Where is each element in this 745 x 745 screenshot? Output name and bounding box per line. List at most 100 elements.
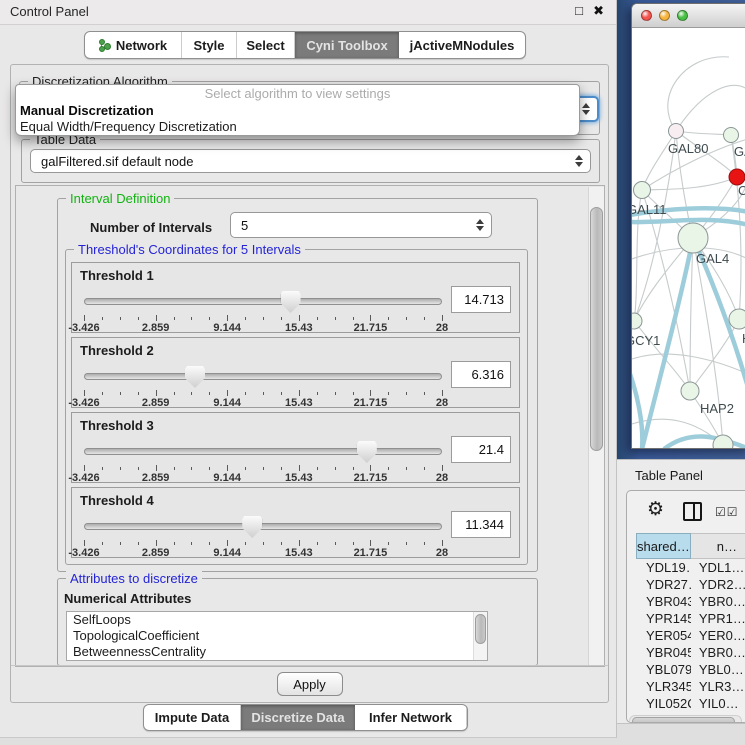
- network-node-hap2[interactable]: [681, 382, 699, 400]
- threshold-slider[interactable]: -3.4262.8599.14415.4321.71528: [84, 441, 442, 481]
- slider-thumb[interactable]: [242, 516, 262, 538]
- tab-select[interactable]: Select: [237, 32, 295, 58]
- column-header-shared-name[interactable]: shared…: [636, 533, 691, 559]
- slider-tick: [84, 540, 85, 546]
- network-node-h[interactable]: [729, 309, 745, 329]
- slider-tick: [191, 317, 192, 320]
- table-row[interactable]: YBR043CYBR0…: [636, 593, 745, 610]
- cell-name[interactable]: YLR3…: [691, 678, 745, 695]
- cell-shared-name[interactable]: YBL079W: [636, 661, 691, 678]
- gear-icon[interactable]: ⚙: [647, 499, 664, 521]
- table-row[interactable]: YIL052CYIL0…: [636, 695, 745, 711]
- threshold-value-input[interactable]: [451, 436, 511, 463]
- network-edge[interactable]: [642, 131, 676, 190]
- attribute-list-item[interactable]: SelfLoops: [67, 612, 487, 628]
- slider-tick-label: 9.144: [213, 397, 241, 409]
- tab-discretize-data[interactable]: Discretize Data: [241, 705, 355, 730]
- list-scrollbar-thumb[interactable]: [475, 614, 486, 644]
- threshold-value-input[interactable]: [451, 511, 511, 538]
- cell-name[interactable]: YBR0…: [691, 644, 745, 661]
- slider-tick: [209, 467, 210, 470]
- tab-jactivemnodules[interactable]: jActiveMNodules: [399, 32, 525, 58]
- slider-tick: [424, 392, 425, 395]
- slider-track[interactable]: [84, 373, 442, 380]
- cell-shared-name[interactable]: YBR043C: [636, 593, 691, 610]
- zoom-traffic-icon[interactable]: [677, 10, 688, 21]
- table-row[interactable]: YBR045CYBR0…: [636, 644, 745, 661]
- threshold-slider[interactable]: -3.4262.8599.14415.4321.71528: [84, 291, 442, 331]
- network-node-gal11[interactable]: [634, 182, 651, 199]
- slider-thumb[interactable]: [185, 366, 205, 388]
- network-node-gal80[interactable]: [669, 124, 684, 139]
- cell-shared-name[interactable]: YDL19…: [636, 559, 691, 576]
- threshold-value-input[interactable]: [451, 286, 511, 313]
- network-node-label: GAL11: [632, 202, 667, 217]
- settings-scrollbar-thumb[interactable]: [590, 207, 603, 451]
- network-edge[interactable]: [676, 131, 731, 135]
- slider-thumb[interactable]: [357, 441, 377, 463]
- attribute-list-item[interactable]: BetweennessCentrality: [67, 644, 487, 660]
- dropdown-placeholder-item[interactable]: Select algorithm to view settings: [16, 85, 579, 103]
- network-edge[interactable]: [676, 85, 745, 131]
- tab-cyni-toolbox[interactable]: Cyni Toolbox: [295, 32, 399, 58]
- threshold-slider[interactable]: -3.4262.8599.14415.4321.71528: [84, 366, 442, 406]
- cell-name[interactable]: YER0…: [691, 627, 745, 644]
- table-row[interactable]: YBL079WYBL0…: [636, 661, 745, 678]
- slider-thumb[interactable]: [281, 291, 301, 313]
- network-node-gal4[interactable]: [678, 223, 708, 253]
- network-edge[interactable]: [632, 354, 745, 374]
- dropdown-item[interactable]: Manual Discretization: [16, 103, 579, 119]
- threshold-value-input[interactable]: [451, 361, 511, 388]
- settings-scrollbar[interactable]: [588, 187, 604, 665]
- slider-track[interactable]: [84, 298, 442, 305]
- cell-name[interactable]: YPR1…: [691, 610, 745, 627]
- cell-shared-name[interactable]: YDR27…: [636, 576, 691, 593]
- network-node-gcy1[interactable]: [632, 313, 642, 329]
- table-hscrollbar[interactable]: [629, 715, 742, 723]
- tab-network[interactable]: Network: [85, 32, 182, 58]
- cell-shared-name[interactable]: YIL052C: [636, 695, 691, 711]
- network-edge[interactable]: [642, 177, 737, 190]
- network-node-ga[interactable]: [724, 128, 739, 143]
- column-header-name[interactable]: n…: [691, 533, 745, 559]
- close-traffic-icon[interactable]: [641, 10, 652, 21]
- column-layout-icon[interactable]: [683, 502, 702, 521]
- slider-tick: [227, 540, 228, 546]
- cell-shared-name[interactable]: YBR045C: [636, 644, 691, 661]
- table-row[interactable]: YER054CYER0…: [636, 627, 745, 644]
- slider-track[interactable]: [84, 448, 442, 455]
- numerical-attributes-list[interactable]: SelfLoopsTopologicalCoefficientBetweenne…: [66, 611, 488, 661]
- table-row[interactable]: YLR345WYLR3…: [636, 678, 745, 695]
- tab-style[interactable]: Style: [182, 32, 237, 58]
- slider-track[interactable]: [84, 523, 442, 530]
- list-scrollbar[interactable]: [473, 612, 487, 660]
- close-icon[interactable]: ✖: [593, 3, 604, 19]
- tab-impute-data[interactable]: Impute Data: [144, 705, 241, 730]
- cell-name[interactable]: YBL0…: [691, 661, 745, 678]
- cell-name[interactable]: YBR0…: [691, 593, 745, 610]
- cell-name[interactable]: YIL0…: [691, 695, 745, 711]
- num-intervals-select[interactable]: 5: [230, 212, 492, 238]
- network-canvas[interactable]: GAL80GACGAL11GAL4GCY1HHAP2: [632, 28, 745, 448]
- table-hscrollbar-thumb[interactable]: [632, 717, 735, 723]
- network-edge[interactable]: [668, 57, 729, 131]
- attribute-list-item[interactable]: TopologicalCoefficient: [67, 628, 487, 644]
- table-row[interactable]: YPR145WYPR1…: [636, 610, 745, 627]
- float-window-icon[interactable]: □: [575, 3, 583, 18]
- tab-infer-network[interactable]: Infer Network: [355, 705, 467, 730]
- cell-shared-name[interactable]: YPR145W: [636, 610, 691, 627]
- minimize-traffic-icon[interactable]: [659, 10, 670, 21]
- network-edge-thick[interactable]: [632, 374, 642, 448]
- apply-button[interactable]: Apply: [277, 672, 343, 696]
- select-columns-icon[interactable]: ☑☑: [715, 505, 739, 519]
- table-data-select[interactable]: galFiltered.sif default node: [30, 149, 591, 173]
- dropdown-item[interactable]: Equal Width/Frequency Discretization: [16, 119, 579, 135]
- slider-tick-label: 2.859: [142, 322, 170, 334]
- threshold-slider[interactable]: -3.4262.8599.14415.4321.71528: [84, 516, 442, 556]
- cell-shared-name[interactable]: YER054C: [636, 627, 691, 644]
- cell-name[interactable]: YDL1…: [691, 559, 745, 576]
- table-row[interactable]: YDR27…YDR2…: [636, 576, 745, 593]
- cell-shared-name[interactable]: YLR345W: [636, 678, 691, 695]
- cell-name[interactable]: YDR2…: [691, 576, 745, 593]
- table-row[interactable]: YDL19…YDL1…: [636, 559, 745, 576]
